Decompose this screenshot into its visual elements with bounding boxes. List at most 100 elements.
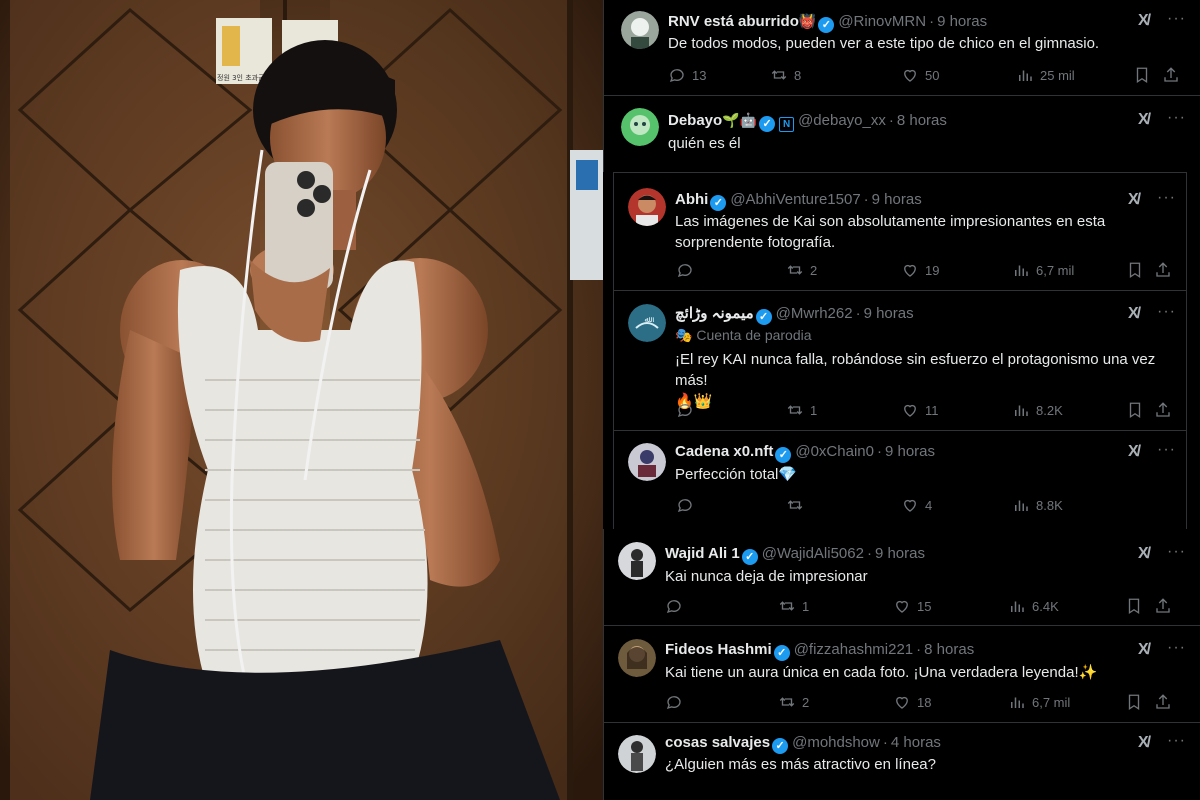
author-handle[interactable]: @fizzahashmi221 — [794, 641, 913, 658]
like-button[interactable]: 19 — [901, 261, 939, 279]
reply-button[interactable] — [665, 597, 689, 615]
timestamp[interactable]: 9 horas — [937, 13, 987, 30]
author-name[interactable]: RNV está aburrido — [668, 13, 799, 30]
bookmark-button[interactable] — [1126, 261, 1144, 284]
tweet[interactable]: RNV está aburrido👹 ✓ @RinovMRN · 9 horas X/ … — [604, 0, 1200, 96]
grok-icon[interactable]: X/ — [1138, 734, 1151, 752]
author-handle[interactable]: @AbhiVenture1507 — [730, 191, 860, 208]
share-button[interactable] — [1154, 597, 1172, 620]
author-name[interactable]: cosas salvajes — [665, 734, 770, 751]
like-button[interactable]: 18 — [893, 693, 931, 711]
avatar[interactable] — [628, 188, 666, 226]
repost-button[interactable]: 2 — [778, 693, 809, 711]
bookmark-button[interactable] — [1125, 693, 1143, 716]
reply-button[interactable] — [676, 261, 700, 279]
more-icon[interactable]: ··· — [1167, 732, 1186, 750]
avatar[interactable] — [618, 542, 656, 580]
like-button[interactable]: 15 — [893, 597, 931, 615]
author-name[interactable]: ميمونہ وڑائچ — [675, 305, 754, 322]
avatar[interactable] — [621, 11, 659, 49]
reply-button[interactable]: 13 — [668, 66, 706, 84]
share-button[interactable] — [1154, 693, 1172, 716]
repost-button[interactable]: 8 — [770, 66, 801, 84]
tweet-text-body: Perfección total — [675, 466, 779, 483]
avatar[interactable] — [618, 735, 656, 773]
views-button[interactable]: 25 mil — [1016, 66, 1075, 84]
author-handle[interactable]: @mohdshow — [792, 734, 880, 751]
repost-icon — [787, 405, 803, 415]
avatar[interactable] — [628, 443, 666, 481]
tweet[interactable]: Abhi ✓ @AbhiVenture1507 · 9 horas X/ ··· Las… — [614, 173, 1186, 291]
more-icon[interactable]: ··· — [1167, 639, 1186, 657]
tweet[interactable]: ﷲ ميمونہ وڑائچ ✓ @Mwrh262 · 9 horas 🎭 Cuenta… — [614, 291, 1186, 431]
author-handle[interactable]: @0xChain0 — [795, 443, 874, 460]
like-button[interactable]: 11 — [901, 401, 939, 419]
grok-icon[interactable]: X/ — [1138, 545, 1151, 563]
timestamp[interactable]: 9 horas — [885, 443, 935, 460]
views-icon — [1015, 265, 1028, 276]
author-handle[interactable]: @WajidAli5062 — [762, 545, 864, 562]
timestamp[interactable]: 9 horas — [864, 305, 914, 322]
grok-icon[interactable]: X/ — [1138, 641, 1151, 659]
avatar[interactable]: ﷲ — [628, 304, 666, 342]
grok-icon[interactable]: X/ — [1138, 12, 1151, 30]
timestamp[interactable]: 9 horas — [872, 191, 922, 208]
share-button[interactable] — [1154, 261, 1172, 284]
separator-dot: · — [929, 13, 935, 30]
more-icon[interactable]: ··· — [1157, 303, 1176, 321]
reply-icon — [666, 600, 681, 614]
share-button[interactable] — [1162, 66, 1180, 89]
grok-icon[interactable]: X/ — [1128, 305, 1141, 323]
more-icon[interactable]: ··· — [1167, 543, 1186, 561]
timestamp[interactable]: 8 horas — [897, 112, 947, 129]
bookmark-button[interactable] — [1126, 401, 1144, 424]
reply-button[interactable] — [676, 401, 700, 419]
share-button[interactable] — [1154, 401, 1172, 424]
author-name[interactable]: Abhi — [675, 191, 708, 208]
timestamp[interactable]: 4 horas — [891, 734, 941, 751]
tweet[interactable]: Fideos Hashmi ✓ @fizzahashmi221 · 8 horas X/… — [604, 626, 1200, 723]
like-button[interactable]: 4 — [901, 496, 932, 514]
repost-button[interactable]: 1 — [778, 597, 809, 615]
tweet[interactable]: Debayo🌱🤖 ✓ N @debayo_xx · 8 horas X/ ··· quié… — [604, 96, 1200, 172]
avatar[interactable] — [621, 108, 659, 146]
more-icon[interactable]: ··· — [1157, 189, 1176, 207]
views-button[interactable]: 6,7 mil — [1012, 261, 1074, 279]
avatar[interactable] — [618, 639, 656, 677]
author-name[interactable]: Wajid Ali 1 — [665, 545, 740, 562]
grok-icon[interactable]: X/ — [1128, 191, 1141, 209]
bookmark-button[interactable] — [1133, 66, 1151, 89]
view-count: 8.8K — [1036, 498, 1063, 513]
reply-button[interactable] — [665, 693, 689, 711]
tweet[interactable]: cosas salvajes ✓ @mohdshow · 4 horas X/ ··· … — [604, 723, 1200, 800]
reply-icon — [669, 69, 684, 83]
author-name[interactable]: Debayo — [668, 112, 722, 129]
tweet-header: ميمونہ وڑائچ ✓ @Mwrh262 · 9 horas — [675, 305, 914, 325]
author-handle[interactable]: @RinovMRN — [838, 13, 926, 30]
grok-icon[interactable]: X/ — [1138, 111, 1151, 129]
more-icon[interactable]: ··· — [1167, 10, 1186, 28]
timestamp[interactable]: 9 horas — [875, 545, 925, 562]
tweet[interactable]: Cadena x0.nft ✓ @0xChain0 · 9 horas X/ ··· P… — [614, 431, 1186, 529]
more-icon[interactable]: ··· — [1157, 441, 1176, 459]
repost-button[interactable]: 1 — [786, 401, 817, 419]
tweet-header: Cadena x0.nft ✓ @0xChain0 · 9 horas — [675, 443, 935, 463]
views-button[interactable]: 8.8K — [1012, 496, 1063, 514]
bookmark-button[interactable] — [1125, 597, 1143, 620]
timestamp[interactable]: 8 horas — [924, 641, 974, 658]
like-button[interactable]: 50 — [901, 66, 939, 84]
author-name[interactable]: Fideos Hashmi — [665, 641, 772, 658]
views-button[interactable]: 8.2K — [1012, 401, 1063, 419]
repost-button[interactable] — [786, 496, 810, 514]
reply-button[interactable] — [676, 496, 700, 514]
views-button[interactable]: 6,7 mil — [1008, 693, 1070, 711]
author-name[interactable]: Cadena x0.nft — [675, 443, 773, 460]
author-handle[interactable]: @debayo_xx — [798, 112, 886, 129]
reply-count: 13 — [692, 68, 707, 83]
repost-button[interactable]: 2 — [786, 261, 817, 279]
tweet[interactable]: Wajid Ali 1 ✓ @WajidAli5062 · 9 horas X/ ···… — [604, 529, 1200, 626]
views-button[interactable]: 6.4K — [1008, 597, 1059, 615]
author-handle[interactable]: @Mwrh262 — [776, 305, 853, 322]
grok-icon[interactable]: X/ — [1128, 443, 1141, 461]
more-icon[interactable]: ··· — [1167, 109, 1186, 127]
